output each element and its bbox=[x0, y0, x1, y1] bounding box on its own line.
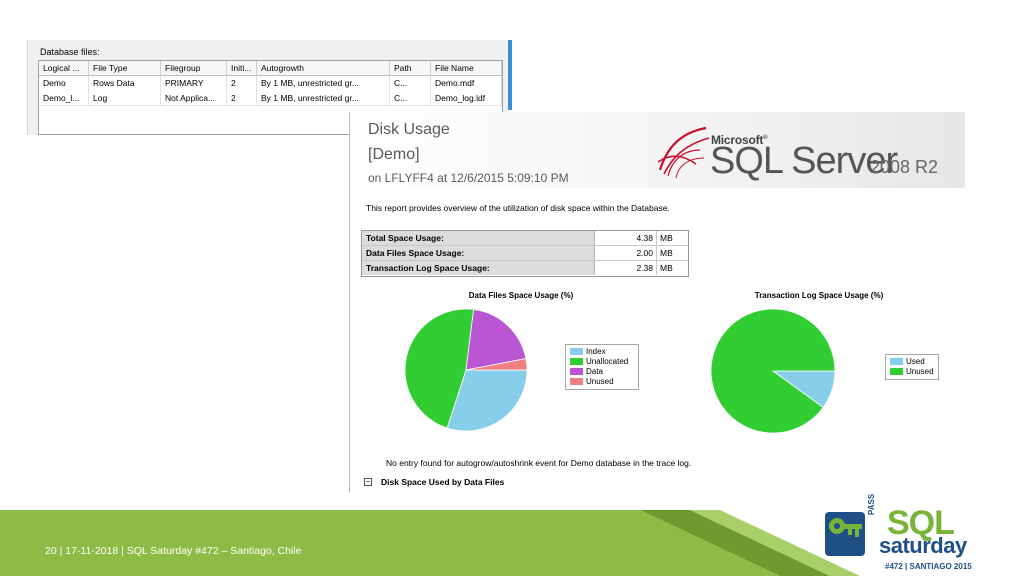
legend-label: Unused bbox=[906, 367, 934, 376]
report-server-timestamp: on LFLYFF4 at 12/6/2015 5:09:10 PM bbox=[368, 171, 569, 185]
legend-swatch bbox=[890, 357, 903, 365]
usage-value: 2.38 bbox=[595, 261, 657, 275]
column-header-initial-size[interactable]: Initi... bbox=[227, 61, 257, 76]
grid-header-row: Logical ... File Type Filegroup Initi...… bbox=[39, 61, 502, 76]
legend-label: Index bbox=[586, 347, 606, 356]
legend-swatch bbox=[570, 377, 583, 385]
disk-usage-report: Disk Usage [Demo] on LFLYFF4 at 12/6/201… bbox=[349, 112, 965, 492]
data-files-pie-chart bbox=[404, 308, 528, 432]
legend-item-used: Used bbox=[890, 357, 934, 367]
cell-file-name[interactable]: Demo.mdf bbox=[431, 76, 502, 91]
cell-autogrowth-text: By 1 MB, unrestricted gr... bbox=[261, 78, 359, 88]
table-row[interactable]: Demo_l... Log Not Applica... 2 By 1 MB, … bbox=[39, 91, 502, 106]
cell-file-type[interactable]: Rows Data bbox=[89, 76, 161, 91]
transaction-log-chart-legend: Used Unused bbox=[885, 354, 939, 380]
cell-logical-name[interactable]: Demo bbox=[39, 76, 89, 91]
usage-value: 2.00 bbox=[595, 246, 657, 260]
legend-label: Unused bbox=[586, 377, 614, 386]
usage-unit: MB bbox=[660, 233, 673, 243]
legend-swatch bbox=[570, 357, 583, 365]
cell-file-type[interactable]: Log bbox=[89, 91, 161, 106]
space-usage-table: Total Space Usage: 4.38 MB Data Files Sp… bbox=[361, 230, 689, 277]
column-header-autogrowth[interactable]: Autogrowth bbox=[257, 61, 390, 76]
column-header-path[interactable]: Path bbox=[390, 61, 431, 76]
cell-path[interactable]: C... bbox=[390, 91, 431, 106]
usage-label: Total Space Usage: bbox=[362, 231, 595, 245]
column-header-file-name[interactable]: File Name bbox=[431, 61, 502, 76]
cell-filegroup[interactable]: Not Applica... bbox=[161, 91, 227, 106]
legend-item-data: Data bbox=[570, 367, 634, 377]
legend-swatch bbox=[890, 367, 903, 375]
pie-slice-unused bbox=[710, 308, 836, 434]
sql-saturday-key-icon bbox=[825, 512, 865, 556]
column-header-file-type[interactable]: File Type bbox=[89, 61, 161, 76]
legend-label: Used bbox=[906, 357, 925, 366]
legend-label: Unallocated bbox=[586, 357, 629, 366]
table-row[interactable]: Demo Rows Data PRIMARY 2 By 1 MB, unrest… bbox=[39, 76, 502, 91]
cell-autogrowth[interactable]: By 1 MB, unrestricted gr... ... bbox=[257, 76, 390, 91]
trace-log-message: No entry found for autogrow/autoshrink e… bbox=[386, 458, 692, 468]
collapse-section-icon[interactable]: − bbox=[364, 478, 372, 486]
cell-path[interactable]: C... bbox=[390, 76, 431, 91]
cell-filegroup[interactable]: PRIMARY bbox=[161, 76, 227, 91]
slide-info-text: 20 | 17-11-2018 | SQL Saturday #472 – Sa… bbox=[45, 545, 302, 557]
usage-label: Data Files Space Usage: bbox=[362, 246, 595, 260]
report-database-name: [Demo] bbox=[368, 146, 420, 163]
report-header: Disk Usage [Demo] on LFLYFF4 at 12/6/201… bbox=[350, 112, 965, 188]
cell-initial-size[interactable]: 2 bbox=[227, 91, 257, 106]
usage-unit: MB bbox=[660, 263, 673, 273]
cell-logical-name[interactable]: Demo_l... bbox=[39, 91, 89, 106]
report-title: Disk Usage bbox=[368, 121, 450, 138]
section-disk-space-by-data-files[interactable]: Disk Space Used by Data Files bbox=[381, 477, 504, 487]
legend-label: Data bbox=[586, 367, 603, 376]
cell-initial-size[interactable]: 2 bbox=[227, 76, 257, 91]
legend-item-unused: Unused bbox=[570, 377, 634, 387]
logo-pass-text: PASS bbox=[867, 493, 876, 515]
logo-event-text: #472 | SANTIAGO 2015 bbox=[885, 562, 972, 571]
cell-autogrowth[interactable]: By 1 MB, unrestricted gr... ... bbox=[257, 91, 390, 106]
cell-file-name[interactable]: Demo_log.ldf bbox=[431, 91, 502, 106]
report-description: This report provides overview of the uti… bbox=[366, 203, 670, 213]
legend-swatch bbox=[570, 367, 583, 375]
transaction-log-pie-chart bbox=[710, 308, 836, 434]
legend-swatch bbox=[570, 347, 583, 355]
table-row: Data Files Space Usage: 2.00 MB bbox=[362, 246, 688, 261]
logo-version-text: 2008 R2 bbox=[870, 157, 939, 177]
legend-item-index: Index bbox=[570, 347, 634, 357]
usage-label: Transaction Log Space Usage: bbox=[362, 261, 595, 275]
column-header-logical-name[interactable]: Logical ... bbox=[39, 61, 89, 76]
legend-item-unused: Unused bbox=[890, 367, 934, 377]
sql-server-swirl-icon bbox=[657, 126, 710, 179]
legend-item-unallocated: Unallocated bbox=[570, 357, 634, 367]
usage-unit: MB bbox=[660, 248, 673, 258]
table-row: Transaction Log Space Usage: 2.38 MB bbox=[362, 261, 688, 276]
window-accent-bar bbox=[508, 40, 512, 110]
database-files-label: Database files: bbox=[40, 47, 100, 57]
usage-value: 4.38 bbox=[595, 231, 657, 245]
data-files-chart-legend: Index Unallocated Data Unused bbox=[565, 344, 639, 390]
sql-server-logo: Microsoft® SQL Server 2008 R2 bbox=[654, 122, 958, 182]
sql-saturday-logo: PASS SQL saturday #472 | SANTIAGO 2015 bbox=[823, 494, 989, 574]
cell-autogrowth-text: By 1 MB, unrestricted gr... bbox=[261, 93, 359, 103]
table-row: Total Space Usage: 4.38 MB bbox=[362, 231, 688, 246]
transaction-log-chart-title: Transaction Log Space Usage (%) bbox=[754, 291, 884, 300]
data-files-chart-title: Data Files Space Usage (%) bbox=[468, 291, 574, 300]
logo-saturday-text: saturday bbox=[879, 533, 967, 558]
column-header-filegroup[interactable]: Filegroup bbox=[161, 61, 227, 76]
